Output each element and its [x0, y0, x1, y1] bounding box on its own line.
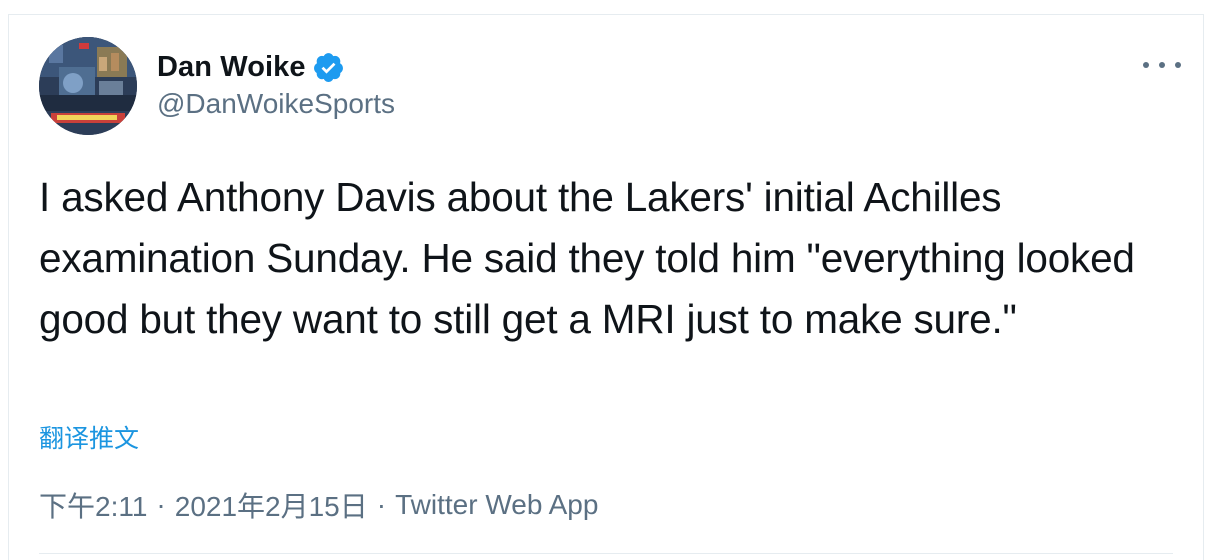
avatar-photo-icon: [39, 37, 137, 135]
divider: [39, 553, 1173, 554]
tweet-time[interactable]: 下午2:11: [39, 485, 147, 525]
verified-badge-icon: [312, 51, 345, 84]
tweet-date[interactable]: 2021年2月15日: [175, 485, 368, 525]
page: Dan Woike @DanWoikeSports I asked Anthon…: [0, 0, 1216, 560]
tweet-meta: 下午2:11 · 2021年2月15日 · Twitter Web App: [39, 485, 598, 525]
tweet-text: I asked Anthony Davis about the Lakers' …: [39, 174, 1135, 342]
avatar[interactable]: [39, 37, 137, 135]
more-options-icon[interactable]: [1143, 55, 1181, 75]
author-handle[interactable]: @DanWoikeSports: [157, 88, 395, 120]
dot: [1143, 62, 1149, 68]
tweet-card: Dan Woike @DanWoikeSports I asked Anthon…: [8, 14, 1204, 560]
dot: [1175, 62, 1181, 68]
separator: ·: [156, 489, 166, 520]
author-name-row[interactable]: Dan Woike: [157, 49, 345, 85]
translate-tweet-link[interactable]: 翻译推文: [39, 419, 139, 455]
dot: [1159, 62, 1165, 68]
tweet-source[interactable]: Twitter Web App: [395, 489, 598, 521]
separator: ·: [376, 489, 387, 520]
author-name[interactable]: Dan Woike: [157, 51, 306, 84]
